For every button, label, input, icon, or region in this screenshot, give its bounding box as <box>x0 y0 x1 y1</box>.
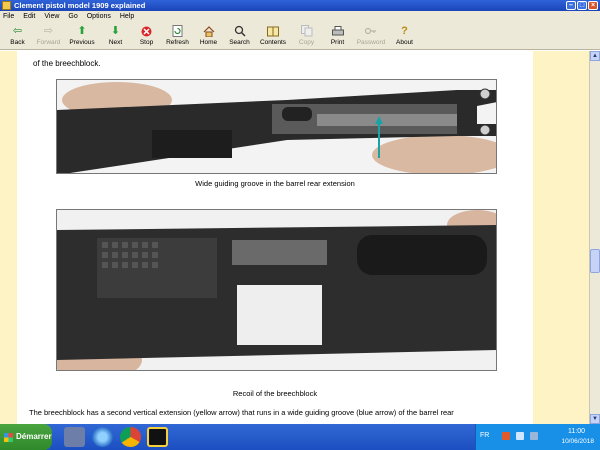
previous-button[interactable]: ⬆ Previous <box>64 22 100 50</box>
volume-icon[interactable] <box>516 432 524 440</box>
system-tray: FR 11:00 10/06/2018 <box>475 424 600 450</box>
menu-view[interactable]: View <box>44 11 59 22</box>
back-arrow-icon: ⇦ <box>12 25 23 37</box>
home-button[interactable]: Home <box>193 22 224 50</box>
key-icon <box>365 25 377 37</box>
menu-edit[interactable]: Edit <box>23 11 35 22</box>
copy-icon <box>300 25 313 37</box>
scroll-down-icon[interactable]: ▼ <box>590 414 600 424</box>
print-button[interactable]: Print <box>322 22 353 50</box>
close-button[interactable]: × <box>588 1 598 10</box>
caption-2: Recoil of the breechblock <box>232 389 318 398</box>
document-page: of the breechblock. Wide guiding groove … <box>17 51 533 424</box>
thunderbird-icon[interactable] <box>92 427 113 447</box>
clock-date: 10/06/2018 <box>561 438 594 445</box>
search-icon <box>234 25 246 37</box>
content-area: of the breechblock. Wide guiding groove … <box>0 51 589 424</box>
search-button[interactable]: Search <box>224 22 255 50</box>
scroll-up-icon[interactable]: ▲ <box>590 51 600 61</box>
back-button[interactable]: ⇦ Back <box>2 22 33 50</box>
intro-text: of the breechblock. <box>33 59 101 68</box>
forward-button[interactable]: ⇨ Forward <box>33 22 64 50</box>
menu-help[interactable]: Help <box>120 11 134 22</box>
photo-barrel-extension <box>56 79 497 174</box>
taskbar: Démarrer FR 11:00 10/06/2018 <box>0 424 600 450</box>
about-button[interactable]: ? About <box>389 22 420 50</box>
network-icon[interactable] <box>502 432 510 440</box>
about-icon: ? <box>401 25 408 37</box>
down-arrow-icon: ⬇ <box>110 25 121 37</box>
help-viewer-icon[interactable] <box>147 427 168 447</box>
vertical-scrollbar[interactable]: ▲ ▼ <box>589 51 600 424</box>
stop-button[interactable]: Stop <box>131 22 162 50</box>
stop-icon <box>141 25 153 37</box>
caption-1: Wide guiding groove in the barrel rear e… <box>195 179 355 188</box>
contents-button[interactable]: Contents <box>255 22 291 50</box>
body-paragraph: The breechblock has a second vertical ex… <box>29 408 454 417</box>
start-button[interactable]: Démarrer <box>0 424 52 450</box>
window-title: Clement pistol model 1909 explained <box>14 1 146 10</box>
print-icon <box>331 25 344 37</box>
next-button[interactable]: ⬇ Next <box>100 22 131 50</box>
home-icon <box>203 25 215 37</box>
contents-icon <box>267 25 279 37</box>
restore-button[interactable]: □ <box>577 1 587 10</box>
menu-file[interactable]: File <box>3 11 14 22</box>
windows-flag-icon <box>4 433 13 442</box>
title-bar: Clement pistol model 1909 explained – □ … <box>0 0 600 11</box>
chrome-icon[interactable] <box>120 427 141 447</box>
menu-options[interactable]: Options <box>87 11 111 22</box>
password-button[interactable]: Password <box>353 22 389 50</box>
minimize-button[interactable]: – <box>566 1 576 10</box>
clock-time: 11:00 <box>568 428 585 435</box>
app-icon <box>2 1 11 10</box>
language-indicator[interactable]: FR <box>480 432 489 439</box>
scroll-thumb[interactable] <box>590 249 600 273</box>
menu-bar: File Edit View Go Options Help <box>0 11 600 22</box>
tray-icon[interactable] <box>530 432 538 440</box>
forward-arrow-icon: ⇨ <box>43 25 54 37</box>
taskbar-app-icon[interactable] <box>64 427 85 447</box>
copy-button[interactable]: Copy <box>291 22 322 50</box>
up-arrow-icon: ⬆ <box>77 25 87 37</box>
photo-breechblock-recoil <box>56 209 497 371</box>
refresh-icon <box>172 25 184 37</box>
refresh-button[interactable]: Refresh <box>162 22 193 50</box>
menu-go[interactable]: Go <box>68 11 77 22</box>
toolbar: ⇦ Back ⇨ Forward ⬆ Previous ⬇ Next Stop … <box>0 22 600 50</box>
